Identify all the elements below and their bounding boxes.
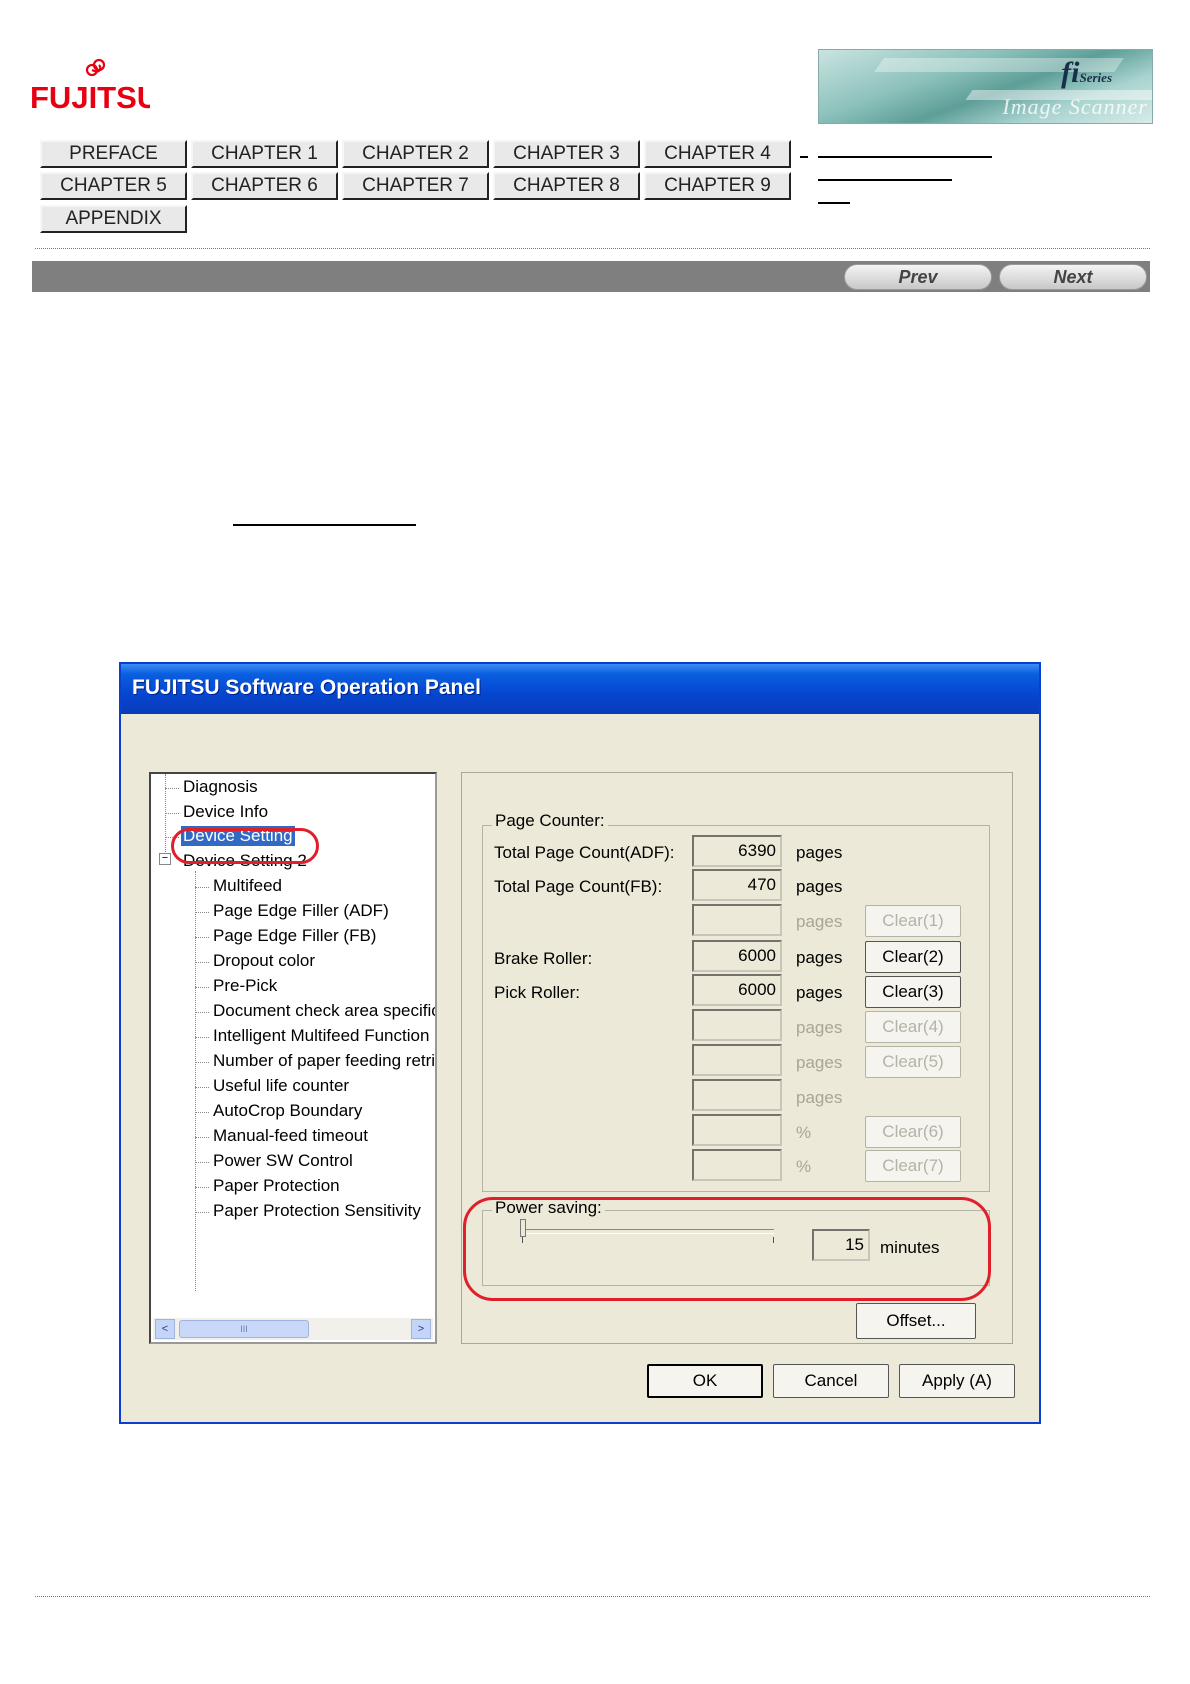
total-adf-unit: pages (796, 843, 843, 862)
clear-2-button[interactable]: Clear(2) (865, 941, 961, 973)
prev-button[interactable]: Prev (844, 264, 992, 290)
total-adf-field: 6390 (692, 835, 782, 867)
brake-roller-unit: pages (796, 948, 843, 967)
nav-chapter-1[interactable]: CHAPTER 1 (191, 140, 338, 168)
nav-chapter-7[interactable]: CHAPTER 7 (342, 172, 489, 200)
tree-item-useful-life-counter[interactable]: Useful life counter (213, 1076, 349, 1096)
dialog-title: FUJITSU Software Operation Panel (132, 676, 481, 699)
nav-chapter-3[interactable]: CHAPTER 3 (493, 140, 640, 168)
tree-item-paper-protection[interactable]: Paper Protection (213, 1176, 340, 1196)
clear-7-button[interactable]: Clear(7) (865, 1150, 961, 1182)
nav-chapter-8[interactable]: CHAPTER 8 (493, 172, 640, 200)
counter-field-4 (692, 1009, 782, 1041)
counter-field-5 (692, 1044, 782, 1076)
tree-item-page-edge-filler-adf[interactable]: Page Edge Filler (ADF) (213, 901, 389, 921)
counter-field-6 (692, 1079, 782, 1111)
tree-item-multifeed[interactable]: Multifeed (213, 876, 282, 896)
clear-6-button[interactable]: Clear(6) (865, 1116, 961, 1148)
nav-appendix[interactable]: APPENDIX (40, 205, 187, 233)
side-link-3[interactable] (818, 202, 850, 204)
highlight-device-setting (171, 828, 319, 864)
fujitsu-logo-text: FUJITSU (30, 80, 150, 115)
tree-item-paper-feeding-retries[interactable]: Number of paper feeding retrie (213, 1051, 435, 1071)
nav-chapter-4[interactable]: CHAPTER 4 (644, 140, 791, 168)
tree-item-pre-pick[interactable]: Pre-Pick (213, 976, 277, 996)
tree-item-page-edge-filler-fb[interactable]: Page Edge Filler (FB) (213, 926, 376, 946)
tree-item-power-sw-control[interactable]: Power SW Control (213, 1151, 353, 1171)
counter-field-8 (692, 1149, 782, 1181)
total-fb-label: Total Page Count(FB): (494, 877, 663, 896)
offset-button[interactable]: Offset... (856, 1303, 976, 1339)
pick-roller-label: Pick Roller: (494, 983, 580, 1002)
tree-item-manual-feed-timeout[interactable]: Manual-feed timeout (213, 1126, 368, 1146)
counter-unit-8: % (796, 1157, 812, 1176)
divider-bottom (35, 1596, 1150, 1597)
tree-item-dropout-color[interactable]: Dropout color (213, 951, 315, 971)
total-adf-label: Total Page Count(ADF): (494, 843, 675, 862)
banner-series-logo: fiSeries (1061, 56, 1112, 89)
nav-chapter-9[interactable]: CHAPTER 9 (644, 172, 791, 200)
counter-unit-1: pages (796, 912, 843, 931)
tree-item-paper-protection-sensitivity[interactable]: Paper Protection Sensitivity (213, 1201, 421, 1221)
apply-button[interactable]: Apply (A) (899, 1364, 1015, 1398)
page-counter-label: Page Counter: (492, 811, 608, 831)
operation-panel-dialog: FUJITSU Software Operation Panel Diagnos… (119, 662, 1041, 1424)
counter-unit-4: pages (796, 1018, 843, 1037)
scroll-right-icon[interactable]: > (411, 1319, 431, 1339)
tree-collapse-icon[interactable]: − (159, 853, 171, 865)
clear-4-button[interactable]: Clear(4) (865, 1011, 961, 1043)
counter-field-7 (692, 1114, 782, 1146)
fi-series-banner: fiSeries Image Scanner (818, 49, 1153, 124)
counter-field-1 (692, 904, 782, 936)
tree-item-document-check-area[interactable]: Document check area specific (213, 1001, 435, 1021)
pick-roller-field: 6000 (692, 974, 782, 1006)
clear-3-button[interactable]: Clear(3) (865, 976, 961, 1008)
banner-subtitle: Image Scanner (1002, 94, 1148, 119)
side-link-1[interactable] (818, 156, 992, 158)
dialog-titlebar: FUJITSU Software Operation Panel (121, 664, 1039, 714)
tree-horizontal-scrollbar[interactable]: < III > (153, 1318, 433, 1340)
nav-chapter-6[interactable]: CHAPTER 6 (191, 172, 338, 200)
scroll-left-icon[interactable]: < (155, 1319, 175, 1339)
highlight-power-saving (463, 1197, 991, 1301)
fujitsu-logo: FUJITSU (30, 58, 150, 115)
nav-chapter-5[interactable]: CHAPTER 5 (40, 172, 187, 200)
scroll-thumb[interactable]: III (179, 1320, 309, 1338)
nav-chapter-2[interactable]: CHAPTER 2 (342, 140, 489, 168)
tree-item-intelligent-multifeed[interactable]: Intelligent Multifeed Function (213, 1026, 429, 1046)
text-link[interactable] (233, 524, 416, 526)
clear-5-button[interactable]: Clear(5) (865, 1046, 961, 1078)
tree-item-autocrop-boundary[interactable]: AutoCrop Boundary (213, 1101, 362, 1121)
pick-roller-unit: pages (796, 983, 843, 1002)
counter-unit-6: pages (796, 1088, 843, 1107)
pager-bar: Prev Next (32, 261, 1150, 292)
nav-preface[interactable]: PREFACE (40, 140, 187, 168)
cancel-button[interactable]: Cancel (773, 1364, 889, 1398)
ok-button[interactable]: OK (647, 1364, 763, 1398)
clear-1-button[interactable]: Clear(1) (865, 905, 961, 937)
tree-item-device-info[interactable]: Device Info (183, 802, 268, 822)
divider-top (35, 248, 1150, 249)
brake-roller-label: Brake Roller: (494, 949, 593, 968)
side-link-2[interactable] (818, 179, 952, 181)
side-link-dash (800, 156, 808, 158)
total-fb-unit: pages (796, 877, 843, 896)
counter-unit-5: pages (796, 1053, 843, 1072)
tree-item-diagnosis[interactable]: Diagnosis (183, 777, 258, 797)
next-button[interactable]: Next (999, 264, 1147, 290)
total-fb-field: 470 (692, 869, 782, 901)
counter-unit-7: % (796, 1123, 812, 1142)
brake-roller-field: 6000 (692, 940, 782, 972)
